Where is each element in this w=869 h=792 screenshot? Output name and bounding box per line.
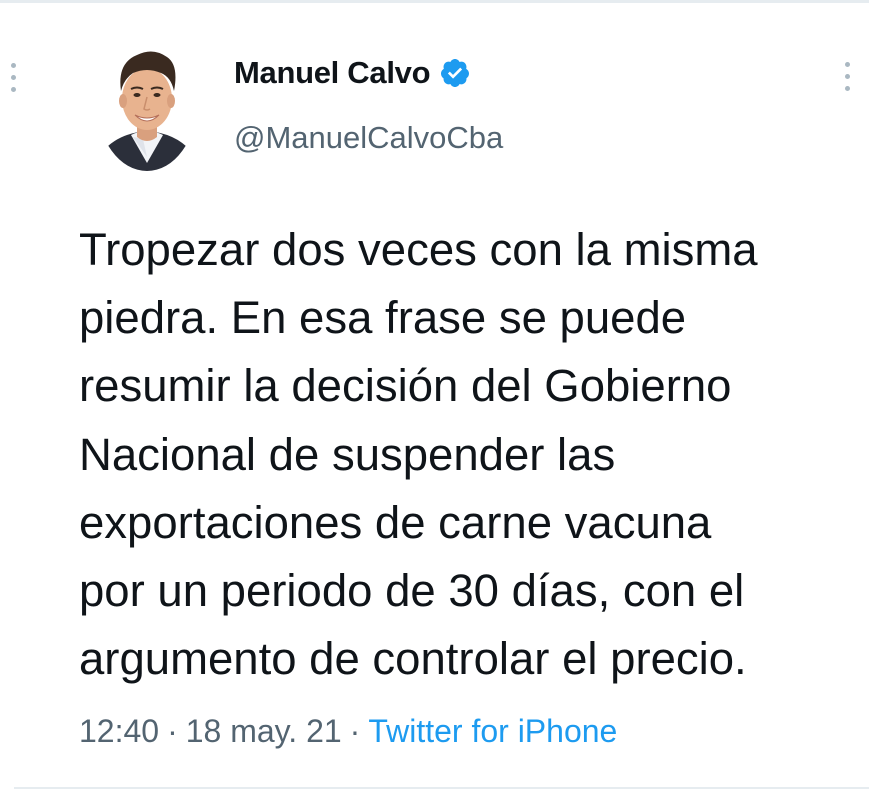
meta-separator: ·: [167, 713, 178, 749]
author-display-name: Manuel Calvo: [234, 55, 431, 90]
tweet-menu-icon[interactable]: [843, 62, 851, 91]
tweet-text-line: piedra. En esa frase se puede: [79, 292, 687, 344]
top-divider: [0, 0, 869, 3]
meta-separator: ·: [349, 713, 361, 749]
tweet-text-line: por un periodo de 30 días, con el: [79, 565, 745, 617]
avatar[interactable]: [97, 33, 197, 171]
dot: [10, 75, 16, 80]
dot: [10, 63, 16, 68]
dot: [844, 74, 850, 79]
tweet-text-line: Nacional de suspender las: [79, 428, 616, 480]
avatar-image: [97, 33, 197, 171]
tweet-text-line: Tropezar dos veces con la misma: [79, 224, 758, 275]
tweet-date[interactable]: 18 may. 21: [186, 713, 342, 749]
bottom-divider: [14, 787, 869, 789]
more-options-icon[interactable]: [9, 63, 17, 92]
dot: [844, 62, 850, 67]
tweet-text-line: argumento de controlar el precio.: [79, 633, 747, 685]
author-display-name-link[interactable]: Manuel Calvo: [234, 53, 471, 93]
tweet-source-link[interactable]: Twitter for iPhone: [368, 713, 617, 749]
dot: [10, 87, 16, 92]
tweet-text-line: resumir la decisión del Gobierno: [79, 360, 732, 412]
tweet-time[interactable]: 12:40: [79, 713, 159, 749]
tweet-text-line: exportaciones de carne vacuna: [79, 496, 712, 548]
tweet-text: Tropezar dos veces con la misma piedra. …: [79, 216, 864, 693]
verified-badge-icon: [439, 57, 471, 89]
dot: [844, 86, 850, 91]
tweet-metadata: 12:40 · 18 may. 21 · Twitter for iPhone: [79, 711, 617, 751]
author-handle[interactable]: @ManuelCalvoCba: [234, 118, 503, 158]
